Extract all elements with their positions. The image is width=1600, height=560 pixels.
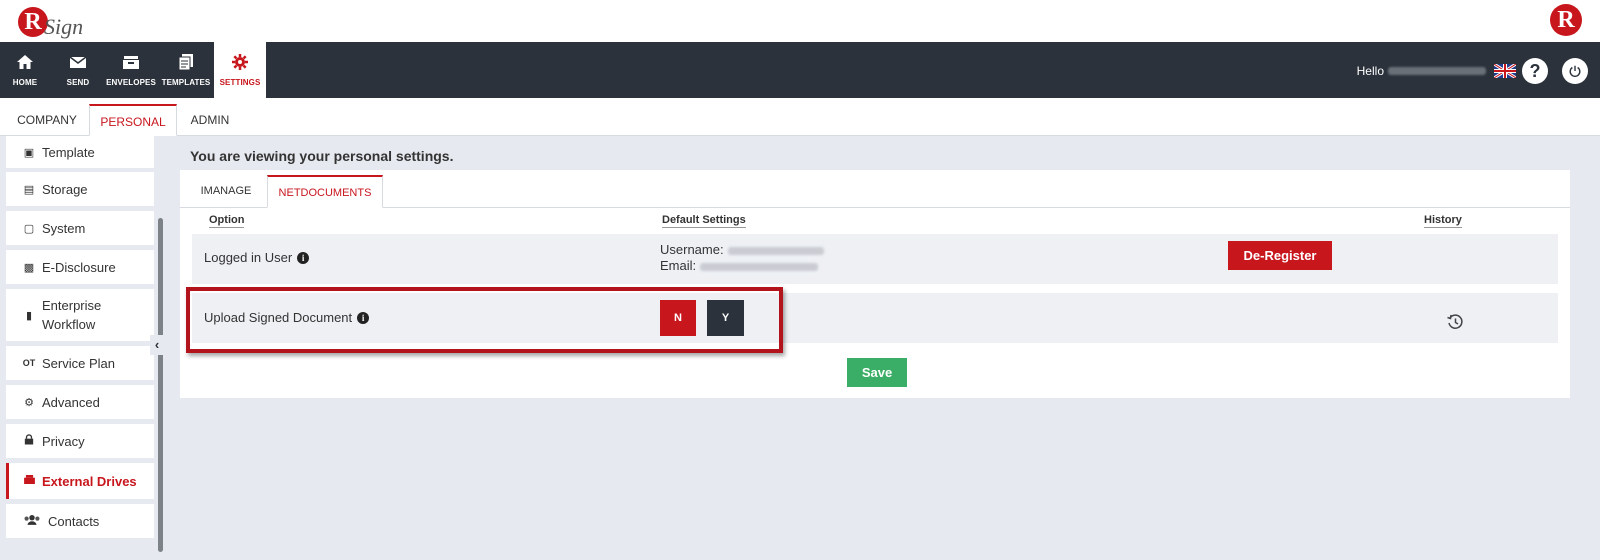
nav-label: HOME — [12, 78, 38, 87]
sidebar-item-template[interactable]: ▣ Template — [6, 136, 154, 168]
highlight-box — [186, 287, 783, 353]
row-label: Logged in User i — [204, 250, 310, 265]
cogs-icon: ⚙ — [24, 396, 34, 409]
nav-label: TEMPLATES — [161, 78, 211, 87]
service-plan-icon: OT — [22, 358, 36, 368]
nav-envelopes[interactable]: ENVELOPES — [104, 42, 158, 98]
nav-label: ENVELOPES — [106, 78, 156, 87]
sidebar-item-label: Service Plan — [42, 355, 115, 371]
tab-personal[interactable]: PERSONAL — [89, 104, 177, 136]
tab-admin[interactable]: ADMIN — [180, 104, 240, 136]
sidebar-item-label: Privacy — [42, 433, 85, 449]
viewing-notice: You are viewing your personal settings. — [190, 148, 454, 164]
sidebar-item-label: Advanced — [42, 394, 100, 410]
power-icon[interactable] — [1562, 58, 1588, 84]
user-name-redacted — [1388, 67, 1486, 75]
email-label: Email: — [660, 258, 697, 273]
sidebar-scrollbar[interactable] — [158, 218, 163, 552]
sidebar-item-e-disclosure[interactable]: ▩ E-Disclosure — [6, 250, 154, 284]
column-header-default-settings: Default Settings — [662, 214, 746, 228]
column-header-option: Option — [209, 214, 245, 228]
logo-text: Sign — [44, 14, 84, 39]
collapse-sidebar-chevron-icon[interactable]: ‹ — [150, 335, 164, 355]
nav-templates[interactable]: TEMPLATES — [160, 42, 212, 98]
nav-label: SETTINGS — [219, 78, 261, 87]
nav-send[interactable]: SEND — [55, 42, 101, 98]
envelope-icon — [69, 56, 87, 68]
row-logged-in-user: Logged in User i Username: Email: De-Reg… — [192, 234, 1558, 284]
templates-icon — [178, 54, 193, 71]
column-header-history: History — [1424, 214, 1462, 228]
tab-imanage[interactable]: IMANAGE — [192, 175, 260, 208]
rpost-logo: R — [1550, 4, 1582, 36]
info-icon[interactable]: i — [297, 251, 310, 264]
monitor-icon: ▢ — [23, 222, 35, 235]
home-icon — [17, 55, 33, 69]
tab-netdocuments[interactable]: NETDOCUMENTS — [267, 175, 383, 208]
sidebar-item-advanced[interactable]: ⚙ Advanced — [6, 385, 154, 419]
de-register-button[interactable]: De-Register — [1228, 241, 1332, 270]
drive-icon — [22, 475, 36, 487]
template-icon: ▣ — [23, 146, 35, 159]
sidebar-item-enterprise-workflow[interactable]: ▮ Enterprise Workflow — [6, 289, 154, 341]
sidebar-item-label: Storage — [42, 181, 88, 197]
gear-icon — [232, 54, 248, 70]
sidebar-item-label: System — [42, 220, 86, 236]
help-icon[interactable]: ? — [1522, 58, 1548, 84]
mobile-icon: ▮ — [25, 309, 33, 322]
save-button[interactable]: Save — [847, 358, 907, 387]
sidebar-item-label: Enterprise Workflow — [42, 298, 102, 332]
nav-settings[interactable]: SETTINGS — [214, 42, 266, 98]
settings-sidebar: ▣ Template ▤ Storage ▢ System ▩ E-Disclo… — [6, 136, 154, 560]
sidebar-item-storage[interactable]: ▤ Storage — [6, 172, 154, 206]
email-value-redacted — [700, 262, 819, 271]
username-value-redacted — [727, 246, 824, 255]
document-icon: ▩ — [23, 261, 35, 274]
logged-in-user-label: Logged in User — [204, 250, 293, 265]
lock-icon — [22, 434, 36, 448]
rsign-logo[interactable]: R Sign — [18, 4, 83, 40]
sidebar-item-label: E-Disclosure — [42, 259, 116, 275]
sidebar-item-external-drives[interactable]: External Drives — [6, 463, 154, 499]
history-icon[interactable] — [1446, 313, 1464, 331]
sidebar-item-system[interactable]: ▢ System — [6, 211, 154, 245]
user-credentials: Username: Email: — [660, 242, 824, 274]
username-label: Username: — [660, 242, 724, 257]
sidebar-item-label: External Drives — [42, 473, 137, 489]
sidebar-item-label: Contacts — [48, 513, 100, 529]
brand-bar: R Sign R — [0, 0, 1600, 42]
sidebar-item-contacts[interactable]: Contacts — [6, 504, 154, 538]
tab-company[interactable]: COMPANY — [10, 104, 84, 136]
uk-flag-icon[interactable] — [1494, 64, 1516, 78]
sidebar-item-label: Template — [42, 144, 95, 160]
user-area: Hello ? — [1357, 58, 1588, 84]
sidebar-item-service-plan[interactable]: OT Service Plan — [6, 346, 154, 380]
drive-tabs: IMANAGE NETDOCUMENTS — [180, 170, 1570, 208]
hello-text: Hello — [1356, 64, 1384, 78]
contacts-icon — [22, 514, 42, 528]
storage-icon: ▤ — [23, 183, 35, 196]
inbox-icon — [123, 56, 139, 69]
nav-label: SEND — [66, 78, 90, 87]
sidebar-item-privacy[interactable]: Privacy — [6, 424, 154, 458]
nav-home[interactable]: HOME — [0, 42, 50, 98]
settings-subtabs: COMPANY PERSONAL ADMIN — [0, 98, 1600, 136]
